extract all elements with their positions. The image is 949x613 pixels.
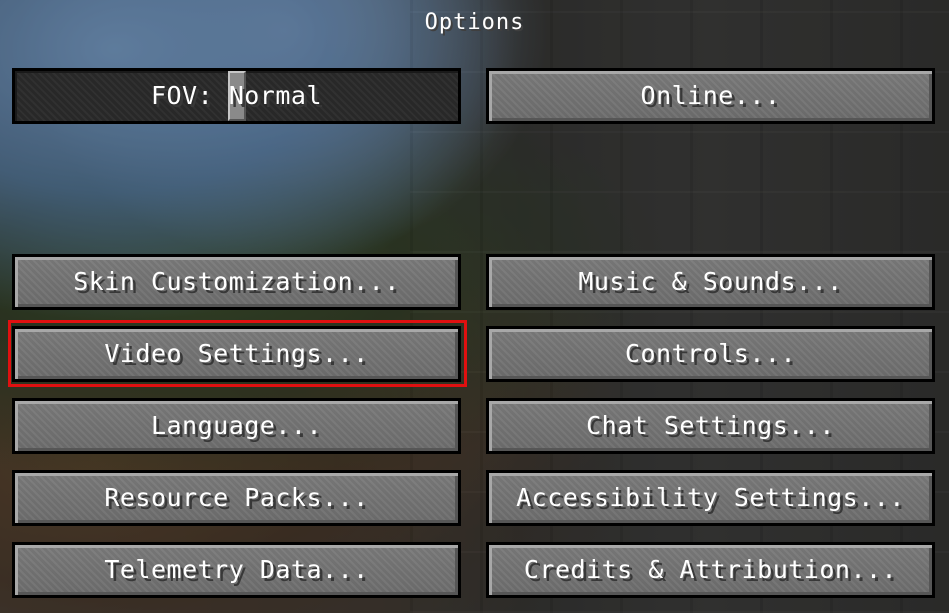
language-button[interactable]: Language... [12, 398, 461, 454]
credits-attribution-label: Credits & Attribution... [523, 555, 898, 584]
accessibility-settings-label: Accessibility Settings... [516, 483, 905, 512]
online-button[interactable]: Online... [486, 68, 935, 124]
chat-settings-label: Chat Settings... [586, 411, 835, 440]
language-label: Language... [150, 411, 323, 440]
fov-slider-label: FOV: Normal [150, 81, 323, 110]
telemetry-data-label: Telemetry Data... [104, 555, 369, 584]
chat-settings-button[interactable]: Chat Settings... [486, 398, 935, 454]
music-sounds-button[interactable]: Music & Sounds... [486, 254, 935, 310]
online-button-label: Online... [640, 81, 781, 110]
video-settings-label: Video Settings... [104, 339, 369, 368]
resource-packs-button[interactable]: Resource Packs... [12, 470, 461, 526]
credits-attribution-button[interactable]: Credits & Attribution... [486, 542, 935, 598]
controls-label: Controls... [624, 339, 797, 368]
accessibility-settings-button[interactable]: Accessibility Settings... [486, 470, 935, 526]
page-title: Options [424, 10, 525, 35]
skin-customization-label: Skin Customization... [73, 267, 400, 296]
controls-button[interactable]: Controls... [486, 326, 935, 382]
video-settings-button[interactable]: Video Settings... [12, 326, 461, 382]
telemetry-data-button[interactable]: Telemetry Data... [12, 542, 461, 598]
resource-packs-label: Resource Packs... [104, 483, 369, 512]
fov-slider[interactable]: FOV: Normal [12, 68, 461, 124]
music-sounds-label: Music & Sounds... [578, 267, 843, 296]
skin-customization-button[interactable]: Skin Customization... [12, 254, 461, 310]
